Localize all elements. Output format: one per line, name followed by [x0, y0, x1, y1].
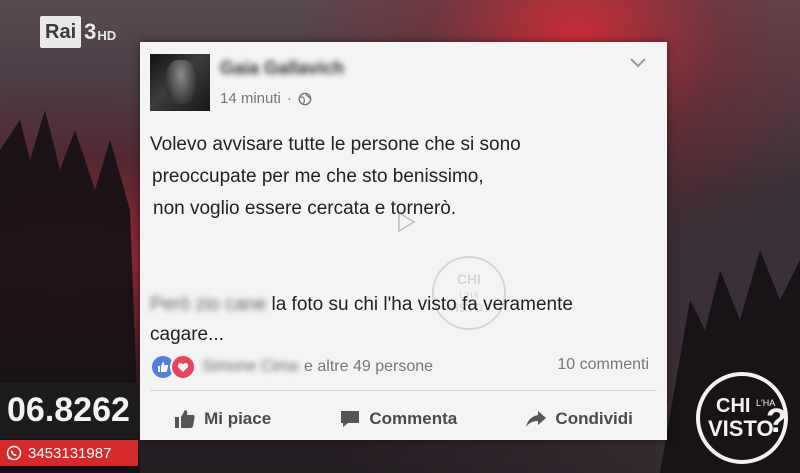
- comment-button[interactable]: Commenta: [339, 409, 457, 429]
- avatar[interactable]: [150, 54, 210, 111]
- comment-line-1: Però zio cane la foto su chi l'ha visto …: [150, 294, 573, 316]
- channel-logo: Rai 3 HD: [40, 12, 116, 52]
- comment-label: Commenta: [369, 409, 458, 428]
- comment-author[interactable]: Però zio cane: [150, 294, 266, 315]
- post-time[interactable]: 14 minuti: [220, 90, 281, 107]
- facebook-post-card: Gaia Gallavich 14 minuti · Volevo avvisa…: [140, 42, 667, 440]
- reactions-summary[interactable]: Simone Cima e altre 49 persone: [150, 354, 433, 380]
- divider: [150, 390, 657, 391]
- channel-name: Rai: [40, 16, 82, 48]
- comment-text-1: la foto su chi l'ha visto fa veramente: [271, 294, 573, 315]
- love-reaction-icon: [170, 354, 196, 380]
- post-text-line-2: preoccupate per me che sto benissimo,: [152, 166, 484, 187]
- globe-icon: [298, 92, 312, 105]
- heart-icon: [177, 362, 189, 372]
- post-author[interactable]: Gaia Gallavich: [220, 58, 344, 79]
- question-mark-icon: ?: [766, 402, 787, 440]
- whatsapp-number: 3453131987: [28, 444, 112, 462]
- whatsapp-icon: [6, 445, 22, 461]
- comment-icon: [341, 411, 360, 427]
- watermark-line1: CHI: [457, 271, 481, 287]
- channel-hd: HD: [97, 27, 117, 43]
- whatsapp-panel: 3453131987: [0, 440, 138, 466]
- reactions-others: e altre 49 persone: [304, 358, 434, 375]
- phone-panel: 06.8262: [0, 383, 138, 439]
- like-button[interactable]: Mi piace: [174, 409, 271, 429]
- chevron-down-icon[interactable]: [629, 56, 647, 70]
- comment-text-2: cagare...: [150, 324, 224, 345]
- thumbs-up-icon: [175, 410, 195, 428]
- like-label: Mi piace: [204, 409, 272, 428]
- show-logo: CHI L'HA VISTO ?: [696, 372, 788, 464]
- comments-count[interactable]: 10 commenti: [557, 356, 649, 374]
- thumbs-up-icon: [158, 362, 169, 372]
- share-button[interactable]: Condividi: [525, 409, 633, 429]
- phone-number: 06.8262: [7, 391, 130, 429]
- post-meta: 14 minuti ·: [220, 90, 312, 107]
- watermark-logo: CHI L'HA VISTO?: [432, 256, 506, 330]
- show-logo-line1: CHI: [716, 395, 750, 417]
- post-text-line-1: Volevo avvisare tutte le persone che si …: [150, 134, 521, 155]
- avatar-photo: [166, 60, 196, 104]
- share-icon: [526, 411, 547, 427]
- channel-number: 3: [84, 19, 97, 44]
- meta-separator: ·: [286, 90, 292, 107]
- reactions-name: Simone Cima: [202, 358, 299, 375]
- show-logo-line3: VISTO: [708, 416, 774, 441]
- play-icon: [398, 211, 416, 233]
- share-label: Condividi: [555, 409, 633, 428]
- post-actions: Mi piace Commenta Condividi: [140, 402, 667, 436]
